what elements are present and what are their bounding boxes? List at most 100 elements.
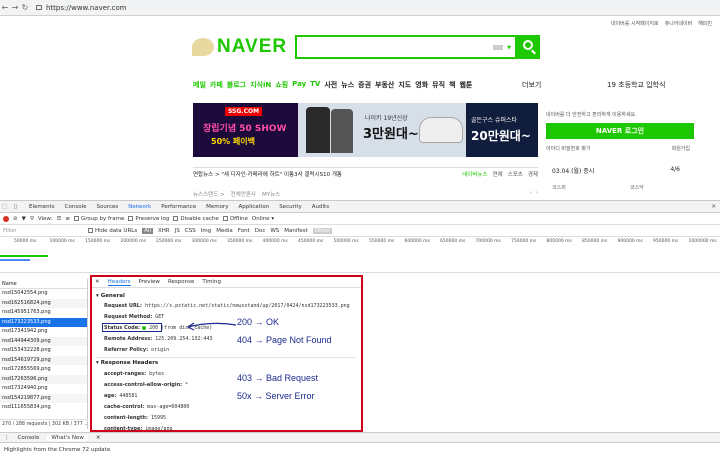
news-headline[interactable]: 연합뉴스 > "새 디자인·카메라에 하트" 이통3사 갤럭시S10 개통 xyxy=(193,170,342,178)
disable-cache-checkbox[interactable]: Disable cache xyxy=(173,215,219,222)
prev-icon[interactable]: ‹ xyxy=(530,190,532,200)
request-row-selected[interactable]: nsd173223533.png xyxy=(0,317,87,327)
menu-item[interactable]: 카페 xyxy=(210,80,223,90)
close-icon[interactable]: ✕ xyxy=(96,435,101,441)
top-link[interactable]: 해피빈 xyxy=(698,20,712,27)
menu-item[interactable]: 웹툰 xyxy=(459,80,472,90)
devtools-tab[interactable]: Memory xyxy=(201,204,233,210)
back-icon[interactable]: ← xyxy=(0,3,10,12)
news-tab[interactable]: 연예 xyxy=(493,170,503,178)
group-by-frame-checkbox[interactable]: Group by frame xyxy=(74,215,124,222)
devtools-tab[interactable]: Performance xyxy=(156,204,201,210)
filter-type[interactable]: Other xyxy=(312,227,333,234)
drawer-tab-console[interactable]: Console xyxy=(18,435,40,441)
request-row[interactable]: nsd144944309.png xyxy=(0,336,87,346)
close-icon[interactable]: ✕ xyxy=(95,279,100,285)
filter-type[interactable]: Manifest xyxy=(284,228,307,234)
filter-type[interactable]: Img xyxy=(201,228,211,234)
request-row[interactable]: nsd15042554.png xyxy=(0,289,87,299)
filter-type[interactable]: CSS xyxy=(185,228,196,234)
request-row[interactable]: nsd153432228.png xyxy=(0,346,87,356)
join-link[interactable]: 회원가입 xyxy=(672,145,690,152)
request-row[interactable]: nsd111655834.png xyxy=(0,403,87,413)
record-icon[interactable] xyxy=(3,215,9,222)
throttling-select[interactable]: Online ▾ xyxy=(252,216,274,222)
filter-icon[interactable]: ▼ xyxy=(22,216,26,222)
close-icon[interactable]: ✕ xyxy=(711,204,716,210)
inspect-icon[interactable]: ⬚ xyxy=(2,204,12,210)
forward-icon[interactable]: → xyxy=(10,3,20,12)
request-row[interactable]: nsd17324940.png xyxy=(0,384,87,394)
menu-item[interactable]: 뮤직 xyxy=(432,80,445,90)
offline-checkbox[interactable]: Offline xyxy=(222,215,248,222)
request-row[interactable]: nsd17341942.png xyxy=(0,327,87,337)
next-icon[interactable]: › xyxy=(536,190,538,200)
filter-input[interactable]: Filter xyxy=(3,228,83,234)
devtools-tab-network[interactable]: Network xyxy=(123,204,156,210)
menu-item[interactable]: 뉴스 xyxy=(341,80,354,90)
devtools-tab[interactable]: Console xyxy=(60,204,92,210)
naver-search-input[interactable]: ▼ xyxy=(295,35,517,59)
newsstand-link[interactable]: 뉴스스탠드 > xyxy=(193,190,225,200)
filter-type-all[interactable]: All xyxy=(142,227,154,234)
clear-icon[interactable]: ⊘ xyxy=(13,216,18,222)
drawer-menu-icon[interactable]: ⋮ xyxy=(4,435,10,441)
newsstand-link[interactable]: 전체언론사 xyxy=(231,190,256,200)
devtools-tab[interactable]: Security xyxy=(274,204,307,210)
devtools-tab[interactable]: Application xyxy=(233,204,274,210)
find-account-link[interactable]: 아이디 비밀번호 찾기 xyxy=(546,145,591,152)
menu-item[interactable]: 사전 xyxy=(324,80,337,90)
menu-item[interactable]: 블로그 xyxy=(227,80,246,90)
network-timeline[interactable]: 50000 ms 100000 ms 150000 ms 200000 ms 25000… xyxy=(0,237,720,273)
menu-item[interactable]: Pay xyxy=(292,80,306,90)
reload-icon[interactable]: ↻ xyxy=(20,3,30,12)
device-icon[interactable]: ▯ xyxy=(14,204,24,210)
devtools-tab[interactable]: Elements xyxy=(24,204,60,210)
menu-item[interactable]: TV xyxy=(310,80,320,90)
tab-preview[interactable]: Preview xyxy=(139,279,160,285)
naver-search-button[interactable] xyxy=(517,35,540,59)
news-tab[interactable]: 경제 xyxy=(528,170,538,178)
menu-item[interactable]: 지도 xyxy=(398,80,411,90)
top-link[interactable]: 쥬니어네이버 xyxy=(665,20,693,27)
drawer-tab-whats-new[interactable]: What's New xyxy=(47,434,88,441)
newsstand-link[interactable]: MY뉴스 xyxy=(262,190,280,200)
preserve-log-checkbox[interactable]: Preserve log xyxy=(128,215,169,222)
top-link[interactable]: 네이버를 시작페이지로 xyxy=(611,20,659,27)
keyboard-icon[interactable] xyxy=(493,45,503,50)
menu-item[interactable]: 부동산 xyxy=(375,80,394,90)
tab-headers[interactable]: Headers xyxy=(107,279,131,286)
request-row[interactable]: nsd172855569.png xyxy=(0,365,87,375)
general-section-toggle[interactable]: ▾ General xyxy=(96,293,125,299)
dropdown-icon[interactable]: ▼ xyxy=(507,45,511,51)
menu-item[interactable]: 지식iN xyxy=(250,80,271,90)
news-tab[interactable]: 스포츠 xyxy=(508,170,523,178)
name-column-header[interactable]: Name xyxy=(0,279,87,289)
request-row[interactable]: nsd162516824.png xyxy=(0,298,87,308)
filter-type[interactable]: Font xyxy=(238,228,250,234)
request-row[interactable]: nsd154219877.png xyxy=(0,393,87,403)
naver-logo[interactable]: NAVER xyxy=(192,36,287,58)
tab-response[interactable]: Response xyxy=(168,279,194,285)
ad-banner[interactable]: SSG.COM 창립기념 50 SHOW 50% 페이백 나이키 19년신상 3… xyxy=(193,103,538,157)
realtime-keyword[interactable]: 19 초등학교 입학식 xyxy=(607,80,665,90)
news-tab[interactable]: 네이버뉴스 xyxy=(462,170,487,178)
menu-item[interactable]: 책 xyxy=(449,80,455,90)
more-menu-button[interactable]: 더보기 xyxy=(522,80,541,90)
login-button[interactable]: NAVER 로그인 xyxy=(546,123,694,139)
devtools-tab[interactable]: Audits xyxy=(307,204,334,210)
menu-item[interactable]: 영화 xyxy=(415,80,428,90)
request-row[interactable]: nsd154619729.png xyxy=(0,355,87,365)
filter-type[interactable]: Doc xyxy=(255,228,266,234)
filter-type[interactable]: Media xyxy=(216,228,233,234)
filter-type[interactable]: JS xyxy=(175,228,180,234)
search-icon[interactable]: ⚲ xyxy=(30,216,34,222)
filter-type[interactable]: WS xyxy=(270,228,279,234)
url-field[interactable]: https://www.naver.com xyxy=(36,4,126,12)
tab-timing[interactable]: Timing xyxy=(202,279,221,285)
response-headers-toggle[interactable]: ▾ Response Headers xyxy=(96,360,158,366)
hide-data-urls-checkbox[interactable]: Hide data URLs xyxy=(88,227,137,234)
request-row[interactable]: nsd17263596.png xyxy=(0,374,87,384)
menu-item[interactable]: 증권 xyxy=(358,80,371,90)
request-row[interactable]: nsd145951763.png xyxy=(0,308,87,318)
